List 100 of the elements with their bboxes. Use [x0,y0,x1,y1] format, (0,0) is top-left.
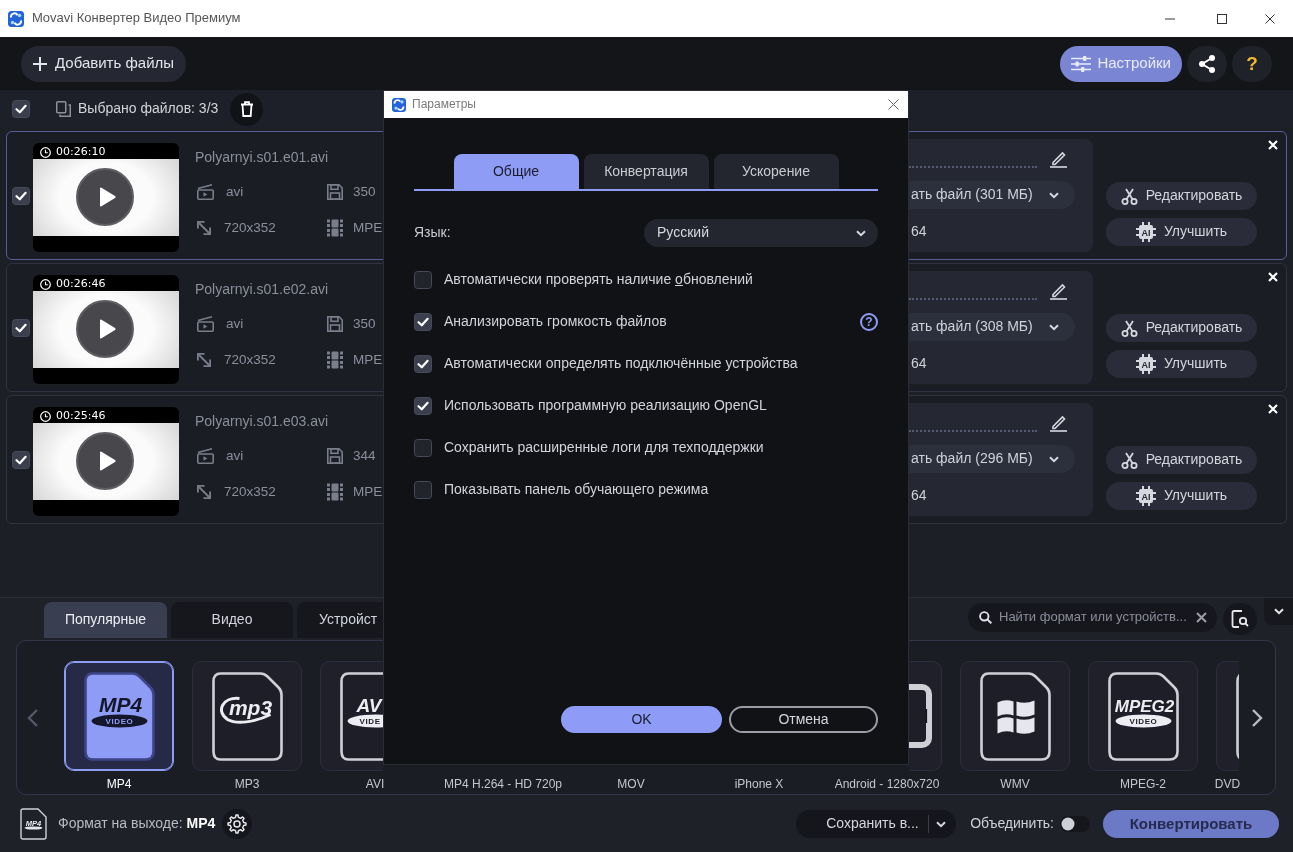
help-button[interactable]: ? [1232,45,1272,82]
clock-icon [40,410,51,422]
format-label: MPEG-2 [1120,777,1166,792]
format-settings-button[interactable] [222,809,253,839]
play-button[interactable] [76,300,134,358]
pencil-icon[interactable] [1050,414,1067,432]
checkbox[interactable] [12,100,30,118]
size-text: 344 [353,447,376,465]
clear-icon[interactable] [1196,612,1207,623]
format-tile[interactable] [909,661,942,771]
format-tile[interactable] [1216,661,1239,771]
checkbox[interactable] [12,451,30,469]
sliders-icon [1071,55,1092,72]
document-search-icon [1231,610,1249,628]
resolution-text: 720x352 [224,483,276,501]
format-label: MP4 [106,777,132,792]
collapse-button[interactable] [1264,598,1293,625]
close-icon[interactable] [1265,13,1275,24]
save-to-button[interactable]: Сохранить в... [796,810,957,838]
file-name: Polyarnyi.s01.e03.avi [195,412,330,430]
clapperboard-icon [197,184,214,200]
dialog-tab[interactable]: Конвертация [583,154,709,189]
search-field[interactable]: Найти формат или устройств... [968,603,1217,632]
dialog-tab[interactable]: Общие [453,154,579,189]
duration-text: 00:25:46 [56,410,106,422]
checkbox[interactable] [414,355,432,373]
format-tab[interactable]: Видео [171,602,293,638]
codec-text: MPE [353,219,383,237]
checkbox[interactable] [12,319,30,337]
format-tile[interactable]: MP4 VIDEO [64,661,174,771]
checkbox[interactable] [414,271,432,289]
film-strip-icon [327,351,343,369]
format-tile[interactable]: AV VIDE [320,661,383,771]
document-search-button[interactable] [1223,603,1257,635]
window-title: Movavi Конвертер Видео Премиум [32,10,241,27]
format-tab[interactable]: Популярные [44,602,167,638]
enhance-button[interactable]: AI Улучшить [1106,482,1257,510]
enhance-button[interactable]: AI Улучшить [1106,218,1257,246]
chevron-down-icon[interactable] [856,229,866,237]
edit-button[interactable]: Редактировать [1106,182,1257,210]
file-icon [1235,671,1239,761]
format-label: MP3 [234,777,260,792]
chevron-down-icon[interactable] [1049,191,1059,199]
ai-chip-icon: AI [1135,354,1156,374]
delete-button[interactable] [230,92,264,126]
maximize-icon[interactable] [1217,13,1227,24]
file-name: Polyarnyi.s01.e02.avi [195,280,330,298]
chevron-down-icon[interactable] [1273,608,1284,615]
checkbox[interactable] [414,481,432,499]
clock-icon [40,146,51,158]
size-dropdown[interactable]: ать файл (301 МБ) [909,181,1075,209]
gear-icon [227,814,248,834]
pencil-icon[interactable] [1050,150,1067,168]
format-label: AVI [365,777,385,792]
format-tile[interactable] [960,661,1070,771]
chevron-down-icon[interactable] [936,820,947,828]
play-button[interactable] [76,168,134,226]
checkbox[interactable] [414,397,432,415]
share-icon [1199,54,1215,73]
size-text: 350 [353,315,376,333]
add-files-button[interactable]: Добавить файлы [21,45,187,82]
trash-icon [239,101,254,117]
scissors-icon [1120,187,1138,205]
format-tile[interactable]: MPEG2 VIDEO [1088,661,1198,771]
format-label: WMV [1000,777,1030,792]
dialog-title: Параметры [412,97,476,112]
checkbox[interactable] [414,313,432,331]
format-tab[interactable]: Устройст [297,602,383,638]
share-button[interactable] [1187,45,1227,82]
chevron-down-icon[interactable] [1049,455,1059,463]
checkbox[interactable] [12,187,30,205]
edit-button[interactable]: Редактировать [1106,314,1257,342]
format-tile[interactable]: mp3 [192,661,302,771]
file-name: Polyarnyi.s01.e01.avi [195,148,330,166]
format-label: Android - 1280x720 [834,777,940,792]
pencil-icon[interactable] [1050,282,1067,300]
toggle-switch[interactable] [1060,816,1090,832]
help-icon[interactable]: ? [860,313,878,331]
size-dropdown[interactable]: ать файл (296 МБ) [909,445,1075,473]
audio-file-icon: mp3 [211,671,283,761]
edit-button[interactable]: Редактировать [1106,446,1257,474]
diagonal-arrow-icon [197,220,212,236]
plus-icon [33,56,47,71]
cancel-button[interactable]: Отмена [729,706,878,733]
app-logo-icon [392,97,406,112]
checkbox[interactable] [414,439,432,457]
chevron-down-icon[interactable] [1049,323,1059,331]
ok-button[interactable]: OK [561,706,722,733]
format-text: avi [226,447,244,465]
format-label: DVD [1214,777,1241,792]
play-button[interactable] [76,432,134,490]
chevron-left-icon[interactable] [26,707,39,728]
size-dropdown[interactable]: ать файл (308 МБ) [909,313,1075,341]
language-dropdown[interactable]: Русский [644,219,878,247]
chevron-right-icon[interactable] [1251,707,1263,728]
play-icon [98,186,116,208]
app-logo-icon [8,10,24,27]
minimize-icon[interactable] [1165,17,1175,20]
enhance-button[interactable]: AI Улучшить [1106,350,1257,378]
dialog-tab[interactable]: Ускорение [713,154,839,189]
